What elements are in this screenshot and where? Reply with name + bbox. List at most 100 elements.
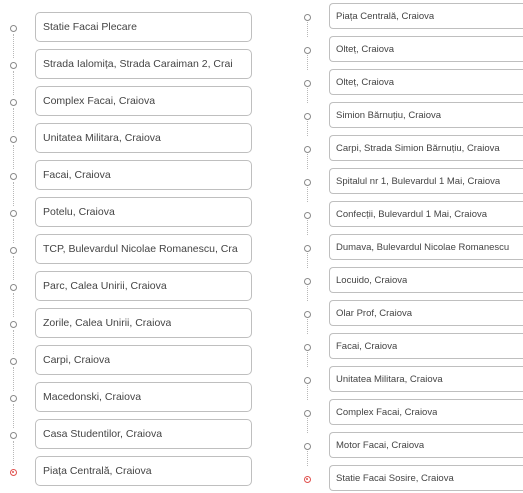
stop-name-field[interactable]: Motor Facai, Craiova	[329, 432, 523, 458]
stop-marker-icon	[10, 247, 17, 254]
stop-row: Facai, Craiova	[0, 160, 262, 206]
stop-marker-icon	[304, 179, 311, 186]
stop-name-label: Carpi, Craiova	[43, 354, 111, 366]
stop-name-field[interactable]: Casa Studentilor, Craiova	[35, 419, 252, 449]
stop-row: Carpi, Strada Simion Bărnuțiu, Craiova	[298, 135, 523, 169]
stop-name-field[interactable]: Olteț, Craiova	[329, 69, 523, 95]
bus-route-page: Statie Facai Plecare Strada Ialomița, Str…	[0, 0, 523, 493]
stop-name-field[interactable]: Simion Bărnuțiu, Craiova	[329, 102, 523, 128]
route-connector-line	[307, 253, 308, 268]
stop-name-field[interactable]: Complex Facai, Craiova	[35, 86, 252, 116]
stop-row: Potelu, Craiova	[0, 197, 262, 243]
stop-marker-icon	[304, 377, 311, 384]
route-connector-line	[307, 385, 308, 400]
stop-name-field[interactable]: Unitatea Militara, Craiova	[329, 366, 523, 392]
stop-marker-icon	[10, 321, 17, 328]
stop-name-field[interactable]: Statie Facai Plecare	[35, 12, 252, 42]
stop-name-label: Piața Centrală, Craiova	[336, 10, 435, 22]
final-stop-row: Statie Facai Sosire, Craiova	[298, 465, 523, 493]
stop-name-field[interactable]: Facai, Craiova	[329, 333, 523, 359]
stop-row: Macedonski, Craiova	[0, 382, 262, 428]
stop-name-label: Statie Facai Plecare	[43, 21, 137, 33]
stop-marker-icon	[10, 25, 17, 32]
stop-name-field[interactable]: Piața Centrală, Craiova	[329, 3, 523, 29]
stop-marker-icon	[304, 245, 311, 252]
stop-row: Unitatea Militara, Craiova	[298, 366, 523, 400]
stop-name-field[interactable]: Macedonski, Craiova	[35, 382, 252, 412]
stop-name-field[interactable]: Potelu, Craiova	[35, 197, 252, 227]
stop-name-label: Spitalul nr 1, Bulevardul 1 Mai, Craiova	[336, 175, 501, 187]
stop-name-label: Simion Bărnuțiu, Craiova	[336, 109, 442, 121]
stop-name-label: Potelu, Craiova	[43, 206, 115, 218]
stop-name-label: Olteț, Craiova	[336, 76, 395, 88]
route-connector-line	[307, 121, 308, 136]
stop-marker-icon	[304, 113, 311, 120]
stop-row: Simion Bărnuțiu, Craiova	[298, 102, 523, 136]
route-connector-line	[307, 418, 308, 433]
stop-marker-icon	[304, 47, 311, 54]
stop-name-label: Facai, Craiova	[43, 169, 111, 181]
stop-name-field[interactable]: Unitatea Militara, Craiova	[35, 123, 252, 153]
stop-row: Spitalul nr 1, Bulevardul 1 Mai, Craiova	[298, 168, 523, 202]
stop-name-label: Unitatea Militara, Craiova	[43, 132, 161, 144]
stop-name-field[interactable]: Strada Ialomița, Strada Caraiman 2, Crai	[35, 49, 252, 79]
stop-name-field[interactable]: Carpi, Strada Simion Bărnuțiu, Craiova	[329, 135, 523, 161]
stop-row: Olar Prof, Craiova	[298, 300, 523, 334]
stop-name-field[interactable]: Locuido, Craiova	[329, 267, 523, 293]
route-stops-column-right: Piața Centrală, Craiova Olteț, Craiova Olt…	[298, 0, 523, 493]
stop-row: Complex Facai, Craiova	[298, 399, 523, 433]
stop-row: Parc, Calea Unirii, Craiova	[0, 271, 262, 317]
stop-name-field[interactable]: Confecții, Bulevardul 1 Mai, Craiova	[329, 201, 523, 227]
stop-row: Strada Ialomița, Strada Caraiman 2, Crai	[0, 49, 262, 95]
stop-name-label: Zorile, Calea Unirii, Craiova	[43, 317, 172, 329]
stop-marker-icon	[304, 146, 311, 153]
stop-name-field[interactable]: Parc, Calea Unirii, Craiova	[35, 271, 252, 301]
final-stop-row: Piața Centrală, Craiova	[0, 456, 262, 492]
stop-name-field[interactable]: TCP, Bulevardul Nicolae Romanescu, Cra	[35, 234, 252, 264]
stop-row: Complex Facai, Craiova	[0, 86, 262, 132]
route-connector-line	[307, 187, 308, 202]
stop-marker-icon	[304, 311, 311, 318]
stop-name-field[interactable]: Statie Facai Sosire, Craiova	[329, 465, 523, 491]
route-connector-line	[307, 55, 308, 70]
stop-marker-icon	[304, 443, 311, 450]
stop-name-label: Olteț, Craiova	[336, 43, 395, 55]
stop-marker-icon	[304, 344, 311, 351]
stop-name-label: Statie Facai Sosire, Craiova	[336, 472, 454, 484]
stop-name-field[interactable]: Dumava, Bulevardul Nicolae Romanescu	[329, 234, 523, 260]
stop-row: Zorile, Calea Unirii, Craiova	[0, 308, 262, 354]
stop-name-field[interactable]: Olteț, Craiova	[329, 36, 523, 62]
stop-marker-icon	[304, 212, 311, 219]
stop-name-label: Casa Studentilor, Craiova	[43, 428, 163, 440]
route-connector-line	[307, 220, 308, 235]
stop-name-label: Complex Facai, Craiova	[43, 95, 156, 107]
stop-name-field[interactable]: Complex Facai, Craiova	[329, 399, 523, 425]
stop-row: Olteț, Craiova	[298, 36, 523, 70]
stop-name-field[interactable]: Piața Centrală, Craiova	[35, 456, 252, 486]
route-connector-line	[307, 286, 308, 301]
stop-name-label: Motor Facai, Craiova	[336, 439, 425, 451]
stop-row: Locuido, Craiova	[298, 267, 523, 301]
stop-name-label: TCP, Bulevardul Nicolae Romanescu, Cra	[43, 243, 238, 255]
stop-name-field[interactable]: Spitalul nr 1, Bulevardul 1 Mai, Craiova	[329, 168, 523, 194]
destination-marker-icon	[304, 476, 311, 483]
stop-marker-icon	[10, 99, 17, 106]
stop-name-label: Confecții, Bulevardul 1 Mai, Craiova	[336, 208, 488, 220]
stop-name-label: Macedonski, Craiova	[43, 391, 142, 403]
stop-name-label: Dumava, Bulevardul Nicolae Romanescu	[336, 241, 510, 253]
route-connector-line	[307, 352, 308, 367]
stop-row: Carpi, Craiova	[0, 345, 262, 391]
stop-row: Piața Centrală, Craiova	[298, 3, 523, 37]
stop-name-field[interactable]: Olar Prof, Craiova	[329, 300, 523, 326]
stop-row: Facai, Craiova	[298, 333, 523, 367]
stop-marker-icon	[10, 358, 17, 365]
stop-name-label: Locuido, Craiova	[336, 274, 408, 286]
stop-name-label: Olar Prof, Craiova	[336, 307, 413, 319]
stop-marker-icon	[10, 136, 17, 143]
stop-name-field[interactable]: Facai, Craiova	[35, 160, 252, 190]
stop-name-label: Complex Facai, Craiova	[336, 406, 438, 418]
stop-marker-icon	[10, 62, 17, 69]
stop-name-field[interactable]: Zorile, Calea Unirii, Craiova	[35, 308, 252, 338]
stop-name-label: Unitatea Militara, Craiova	[336, 373, 443, 385]
stop-name-field[interactable]: Carpi, Craiova	[35, 345, 252, 375]
